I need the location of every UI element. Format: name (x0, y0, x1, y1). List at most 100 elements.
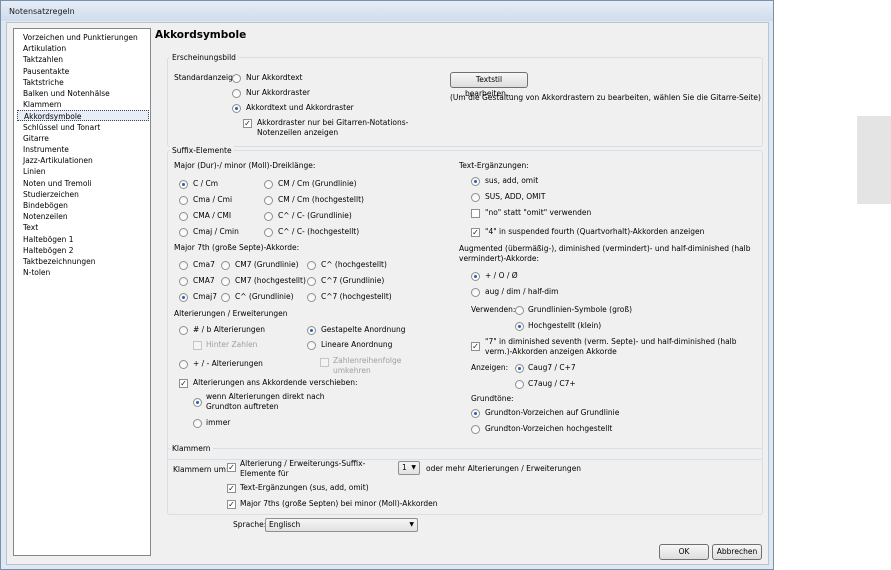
no-statt-omit-checkbox[interactable] (471, 209, 480, 218)
radio-anzeigen-caug[interactable] (515, 364, 524, 373)
radio-7-caret-grund[interactable] (221, 293, 230, 302)
radio-triad-cma[interactable] (179, 196, 188, 205)
only-tab-checkbox-label[interactable]: Akkordraster nur bei Gitarren-Notations-… (257, 118, 452, 138)
radio-alt-move-always[interactable] (193, 419, 202, 428)
category-item[interactable]: Noten und Tremoli (17, 178, 149, 189)
radio-triad-cm-grund-label[interactable]: CM / Cm (Grundlinie) (278, 179, 357, 189)
seven-dim-label[interactable]: "7" in diminished seventh (verm. Septe)-… (485, 337, 757, 357)
category-item[interactable]: Bindebögen (17, 200, 149, 211)
radio-alt-move-direct-label[interactable]: wenn Alterierungen direkt nach Grundton … (206, 392, 331, 412)
radio-alt-sharp-label[interactable]: # / b Alterierungen (193, 325, 265, 335)
radio-triad-cma-label[interactable]: Cma / Cmi (193, 195, 232, 205)
radio-7-caret-grund-label[interactable]: C^ (Grundlinie) (235, 292, 294, 302)
category-item[interactable]: Taktzahlen (17, 54, 149, 65)
alt-move-label[interactable]: Alterierungen ans Akkordende verschieben… (193, 378, 358, 388)
radio-7-caret-hoch[interactable] (307, 261, 316, 270)
radio-7-cmaj7-label[interactable]: Cmaj7 (193, 292, 217, 302)
radio-triad-caret-grund[interactable] (264, 212, 273, 221)
sus4-checkbox[interactable]: ✓ (471, 228, 480, 237)
radio-triad-caret-hoch[interactable] (264, 228, 273, 237)
radio-anzeigen-caug-label[interactable]: Caug7 / C+7 (528, 363, 576, 373)
radio-triad-cmaj-label[interactable]: Cmaj / Cmin (193, 227, 239, 237)
radio-7-cm7-grund[interactable] (221, 261, 230, 270)
radio-anzeigen-c7aug-label[interactable]: C7aug / C7+ (528, 379, 576, 389)
radio-nur-akkordraster-label[interactable]: Nur Akkordraster (246, 88, 310, 98)
radio-alt-sharp[interactable] (179, 326, 188, 335)
radio-grundton-grundlinie-label[interactable]: Grundton-Vorzeichen auf Grundlinie (485, 408, 619, 418)
radio-aug-symbols-label[interactable]: + / O / Ø (485, 271, 518, 281)
radio-aug-words-label[interactable]: aug / dim / half-dim (485, 287, 558, 297)
radio-triad-cm-grund[interactable] (264, 180, 273, 189)
radio-7-cmaj7[interactable] (179, 293, 188, 302)
radio-alt-move-direct[interactable] (193, 398, 202, 407)
radio-7-CMA7[interactable] (179, 277, 188, 286)
radio-triad-cmaj[interactable] (179, 228, 188, 237)
hinter-zahlen-checkbox[interactable] (193, 341, 202, 350)
alt-move-checkbox[interactable]: ✓ (179, 379, 188, 388)
radio-alt-linear-label[interactable]: Lineare Anordnung (321, 340, 392, 350)
category-item[interactable]: Linien (17, 166, 149, 177)
sus4-label[interactable]: "4" in suspended fourth (Quartvorhalt)-A… (485, 227, 704, 237)
category-item[interactable]: Schlüssel und Tonart (17, 122, 149, 133)
radio-verwenden-hoch-label[interactable]: Hochgestellt (klein) (528, 321, 601, 331)
radio-nur-akkordraster[interactable] (232, 89, 241, 98)
klammern-text-checkbox[interactable]: ✓ (227, 484, 236, 493)
category-item[interactable]: N-tolen (17, 267, 149, 278)
radio-grundton-hoch-label[interactable]: Grundton-Vorzeichen hochgestellt (485, 424, 612, 434)
radio-alt-stacked-label[interactable]: Gestapelte Anordnung (321, 325, 405, 335)
radio-akkordtext-und-raster[interactable] (232, 104, 241, 113)
radio-verwenden-hoch[interactable] (515, 322, 524, 331)
cancel-button[interactable]: Abbrechen (712, 544, 762, 560)
klammern-maj7-label[interactable]: Major 7ths (große Septen) bei minor (Mol… (240, 499, 438, 509)
category-item[interactable]: Instrumente (17, 144, 149, 155)
radio-nur-akkordtext-label[interactable]: Nur Akkordtext (246, 73, 302, 83)
radio-triad-c-cm[interactable] (179, 180, 188, 189)
category-item[interactable]: Pausentakte (17, 66, 149, 77)
radio-aug-symbols[interactable] (471, 272, 480, 281)
radio-7-cm7-grund-label[interactable]: CM7 (Grundlinie) (235, 260, 299, 270)
radio-text-lower-label[interactable]: sus, add, omit (485, 176, 538, 186)
category-item[interactable]: Gitarre (17, 133, 149, 144)
radio-grundton-grundlinie[interactable] (471, 409, 480, 418)
radio-alt-plus[interactable] (179, 360, 188, 369)
klammern-text-label[interactable]: Text-Ergänzungen (sus, add, omit) (240, 483, 369, 493)
only-tab-checkbox[interactable]: ✓ (243, 119, 252, 128)
radio-7-caret-hoch-label[interactable]: C^ (hochgestellt) (321, 260, 387, 270)
radio-7-cma7[interactable] (179, 261, 188, 270)
radio-verwenden-grund[interactable] (515, 306, 524, 315)
no-statt-omit-label[interactable]: "no" statt "omit" verwenden (485, 208, 591, 218)
category-item[interactable]: Studierzeichen (17, 189, 149, 200)
radio-7-cm7-hoch[interactable] (221, 277, 230, 286)
category-item[interactable]: Notenzeilen (17, 211, 149, 222)
radio-triad-cm-hoch[interactable] (264, 196, 273, 205)
category-item[interactable]: Taktbezeichnungen (17, 256, 149, 267)
seven-dim-checkbox[interactable]: ✓ (471, 342, 480, 351)
klammern-count-select[interactable]: 1 ▼ (398, 461, 420, 475)
klammern-alt-label[interactable]: Alterierung / Erweiterungs-Suffix-Elemen… (240, 459, 400, 479)
radio-grundton-hoch[interactable] (471, 425, 480, 434)
category-item[interactable]: Taktstriche (17, 77, 149, 88)
category-item[interactable]: Haltebögen 1 (17, 234, 149, 245)
sprache-select[interactable]: Englisch ▼ (265, 518, 418, 532)
category-list[interactable]: Vorzeichen und Punktierungen Artikulation… (13, 28, 151, 556)
radio-akkordtext-und-raster-label[interactable]: Akkordtext und Akkordraster (246, 103, 354, 113)
radio-anzeigen-c7aug[interactable] (515, 380, 524, 389)
category-item[interactable]: Balken und Notenhälse (17, 88, 149, 99)
radio-nur-akkordtext[interactable] (232, 74, 241, 83)
radio-triad-CMA-label[interactable]: CMA / CMI (193, 211, 231, 221)
radio-7-caret7-hoch-label[interactable]: C^7 (hochgestellt) (321, 292, 392, 302)
radio-7-caret7-hoch[interactable] (307, 293, 316, 302)
category-item[interactable]: Akkordsymbole (17, 110, 149, 122)
radio-text-upper-label[interactable]: SUS, ADD, OMIT (485, 192, 545, 202)
radio-alt-move-always-label[interactable]: immer (206, 418, 230, 428)
klammern-maj7-checkbox[interactable]: ✓ (227, 500, 236, 509)
category-item[interactable]: Text (17, 222, 149, 233)
radio-triad-cm-hoch-label[interactable]: CM / Cm (hochgestellt) (278, 195, 364, 205)
radio-7-cm7-hoch-label[interactable]: CM7 (hochgestellt) (235, 276, 306, 286)
radio-7-cma7-label[interactable]: Cma7 (193, 260, 215, 270)
radio-7-caret7-grund[interactable] (307, 277, 316, 286)
radio-aug-words[interactable] (471, 288, 480, 297)
category-item[interactable]: Klammern (17, 99, 149, 110)
radio-alt-plus-label[interactable]: + / - Alterierungen (193, 359, 263, 369)
category-item[interactable]: Haltebögen 2 (17, 245, 149, 256)
